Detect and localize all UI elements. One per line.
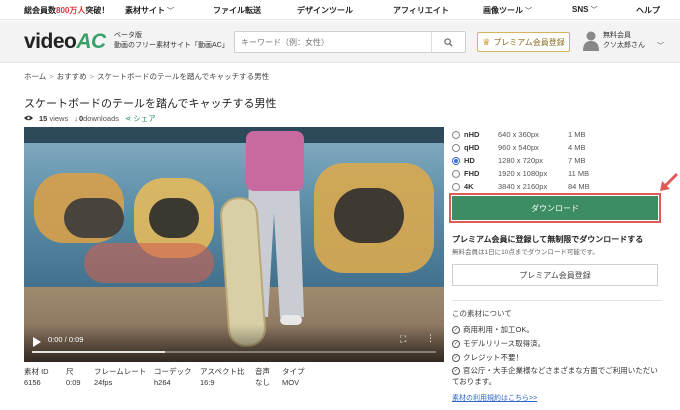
- nav-sns[interactable]: SNS ﹀: [572, 5, 597, 15]
- breadcrumb-current: スケートボードのテールを踏んでキャッチする男性: [97, 72, 270, 81]
- top-nav: 総会員数800万人突破！ 素材サイト ﹀ ファイル転送 デザインツール アフィリエ…: [0, 0, 680, 20]
- premium-register-button[interactable]: ♛ プレミアム会員登録: [477, 32, 570, 52]
- play-icon[interactable]: [33, 337, 41, 347]
- about-section: この素材について ✓ 商用利用・加工OK。 ✓ モデルリリース取得済。 ✓ クレジット…: [452, 300, 662, 402]
- license-terms-link[interactable]: 素材の利用規約はこちら>>: [452, 393, 537, 403]
- search-button[interactable]: [431, 32, 465, 52]
- spec-col-type: タイプ MOV: [282, 367, 305, 387]
- user-info: 無料会員 クソ太郎さん: [603, 32, 645, 49]
- radio-button-selected[interactable]: [452, 157, 460, 165]
- radio-button[interactable]: [452, 170, 460, 178]
- member-count-promo: 総会員数800万人突破！: [24, 6, 110, 15]
- check-icon: ✓: [452, 367, 460, 376]
- fullscreen-icon[interactable]: ⛶: [400, 334, 406, 345]
- premium-promo-sub: 無料会員は1日に10点までダウンロード可能です。: [452, 249, 599, 256]
- spec-col-audio: 音声 なし: [255, 367, 270, 387]
- feature-item: ✓ モデルリリース取得済。: [452, 339, 546, 349]
- spec-col-codec: コーデック h264: [154, 367, 192, 387]
- pointer-arrow-icon: [660, 172, 679, 191]
- size-option-fhd[interactable]: FHD 1920 x 1080px 11 MB: [452, 168, 662, 181]
- radio-button[interactable]: [452, 131, 460, 139]
- radio-button[interactable]: [452, 183, 460, 191]
- check-icon: ✓: [452, 326, 460, 335]
- size-option-hd[interactable]: HD 1280 x 720px 7 MB: [452, 155, 662, 168]
- nav-image-tools[interactable]: 画像ツール ﹀: [483, 5, 532, 16]
- share-link[interactable]: シェア: [133, 113, 156, 124]
- spec-col-aspect: アスペクト比 16:9: [200, 367, 245, 387]
- video-time: 0:00 / 0:09: [48, 335, 84, 344]
- video-player[interactable]: 0:00 / 0:09 ⛶ ⋮: [24, 127, 444, 362]
- user-menu[interactable]: 無料会員 クソ太郎さん ﹀: [583, 30, 673, 54]
- video-progress-fill: [32, 351, 166, 353]
- nav-help[interactable]: ヘルプ: [636, 5, 660, 16]
- video-progress-bar[interactable]: [32, 351, 436, 353]
- skater-torso: [246, 131, 304, 191]
- premium-promo-heading: プレミアム会員に登録して無制限でダウンロードする: [452, 235, 644, 244]
- search-box: [234, 31, 466, 53]
- spec-col-framerate: フレームレート 24fps: [94, 367, 147, 387]
- user-avatar-icon: [583, 31, 599, 51]
- premium-register-button-2[interactable]: プレミアム会員登録: [452, 264, 658, 286]
- site-tagline: ベータ版 動画のフリー素材サイト「動画AC」: [114, 32, 229, 49]
- share-icon: ⋖: [124, 114, 132, 123]
- spec-col-id: 素材 ID 6156: [24, 367, 49, 387]
- feature-item: ✓ クレジット不要！: [452, 353, 523, 363]
- breadcrumb-home[interactable]: ホーム: [24, 72, 46, 81]
- nav-file-transfer[interactable]: ファイル転送: [213, 5, 261, 16]
- crown-icon: ♛: [482, 36, 491, 47]
- eye-icon: [24, 114, 33, 123]
- video-stats: 15 views ↓ 0downloads ⋖ シェア: [24, 113, 156, 124]
- video-controls: 0:00 / 0:09 ⛶ ⋮: [24, 324, 444, 362]
- search-icon: [444, 37, 453, 47]
- chevron-down-icon: ﹀: [167, 8, 174, 15]
- spec-col-duration: 尺 0:09: [66, 367, 81, 387]
- chevron-down-icon: ﹀: [525, 8, 532, 15]
- site-header: videoAC ベータ版 動画のフリー素材サイト「動画AC」 ♛プレミアム会員登…: [0, 21, 680, 63]
- download-arrow-icon: ↓: [74, 114, 78, 123]
- nav-design-tools[interactable]: デザインツール: [297, 5, 353, 16]
- nav-affiliate[interactable]: アフィリエイト: [393, 5, 449, 16]
- views-count: 15 views: [39, 114, 69, 123]
- feature-item: ✓ 商用利用・加工OK。: [452, 325, 534, 335]
- nav-material-sites[interactable]: 素材サイト ﹀: [125, 5, 174, 16]
- more-options-icon[interactable]: ⋮: [426, 333, 435, 344]
- breadcrumb: ホーム > おすすめ > スケートボードのテールを踏んでキャッチする男性: [24, 72, 270, 81]
- video-ac-logo[interactable]: videoAC: [24, 30, 106, 54]
- check-icon: ✓: [452, 354, 460, 363]
- download-button[interactable]: ダウンロード: [452, 196, 658, 220]
- check-icon: ✓: [452, 340, 460, 349]
- radio-button[interactable]: [452, 144, 460, 152]
- breadcrumb-recommended[interactable]: おすすめ: [57, 72, 87, 81]
- about-title: この素材について: [452, 309, 512, 318]
- downloads-count: 0downloads: [78, 114, 119, 123]
- page-title: スケートボードのテールを踏んでキャッチする男性: [24, 98, 277, 110]
- chevron-down-icon: ﹀: [657, 43, 664, 50]
- feature-item: ✓ 官公庁・大手企業様などさまざまな方面でご利用いただいております。: [452, 366, 658, 386]
- size-option-qhd[interactable]: qHD 960 x 540px 4 MB: [452, 142, 662, 155]
- chevron-down-icon: ﹀: [590, 7, 598, 14]
- size-option-nhd[interactable]: nHD 640 x 360px 1 MB: [452, 129, 662, 142]
- search-input[interactable]: [241, 36, 429, 49]
